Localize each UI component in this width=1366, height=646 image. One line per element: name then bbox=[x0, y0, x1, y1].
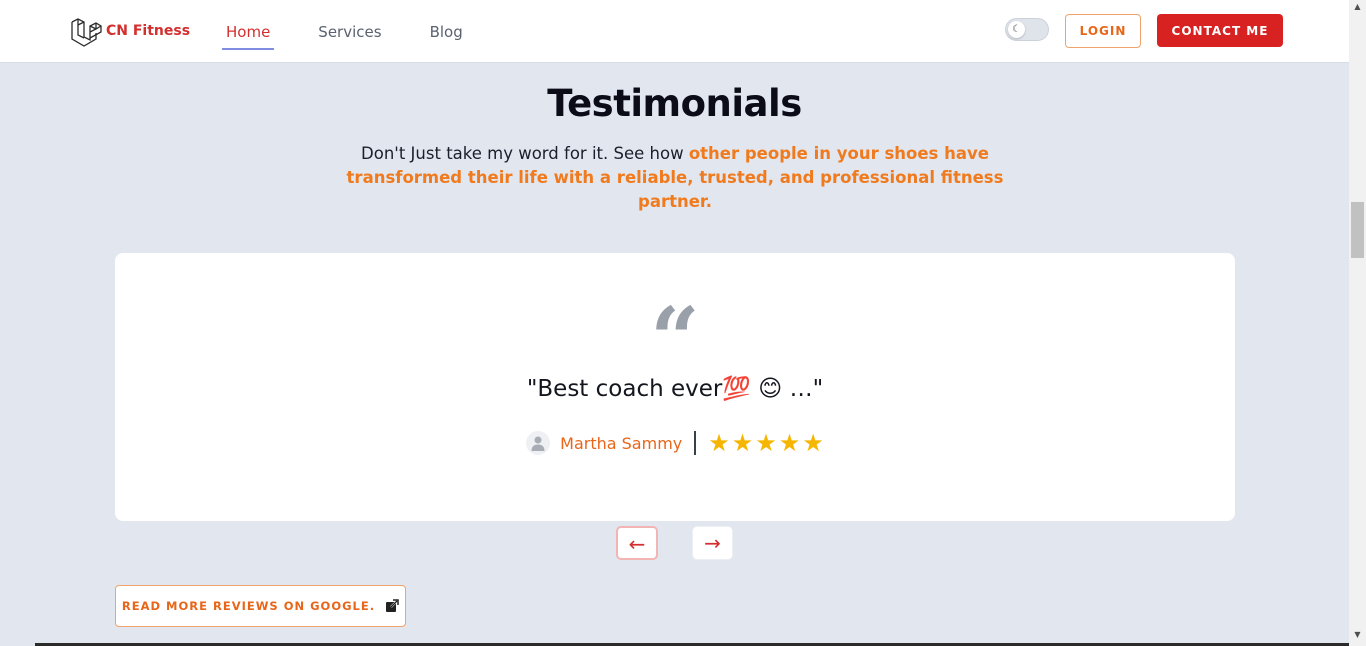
nav-blog[interactable]: Blog bbox=[426, 20, 467, 50]
scroll-thumb[interactable] bbox=[1351, 202, 1364, 258]
user-avatar-icon bbox=[526, 431, 551, 455]
page-scrollbar[interactable]: ▲ ▼ bbox=[1349, 0, 1366, 646]
star-icon: ★ bbox=[802, 429, 824, 457]
nav-services[interactable]: Services bbox=[314, 20, 385, 50]
brand-logo[interactable]: CN Fitness bbox=[70, 15, 190, 47]
author-name: Martha Sammy bbox=[560, 433, 683, 453]
testimonial-quote: "Best coach ever💯 😊 …" bbox=[526, 376, 824, 402]
contact-me-button[interactable]: CONTACT ME bbox=[1157, 14, 1283, 47]
section-title: Testimonials bbox=[547, 82, 802, 125]
scroll-down-arrow-icon[interactable]: ▼ bbox=[1349, 628, 1366, 642]
login-button[interactable]: LOGIN bbox=[1065, 14, 1141, 48]
star-icon: ★ bbox=[778, 429, 801, 457]
testimonial-card: “ "Best coach ever💯 😊 …" Martha Sammy ★ … bbox=[115, 253, 1235, 521]
carousel-prev-button[interactable]: ← bbox=[616, 526, 658, 560]
section-subtitle: Don't Just take my word for it. See how … bbox=[340, 142, 1010, 214]
quote-mark-icon: “ bbox=[650, 297, 700, 357]
subtitle-text: Don't Just take my word for it. See how bbox=[361, 144, 689, 163]
star-rating: ★ ★ ★ ★ ★ bbox=[708, 431, 824, 455]
moon-icon: ☾ bbox=[1008, 21, 1025, 38]
author-divider bbox=[694, 431, 697, 455]
scroll-up-arrow-icon[interactable]: ▲ bbox=[1349, 0, 1366, 14]
theme-toggle[interactable]: ☾ bbox=[1005, 18, 1049, 41]
main-nav: Home Services Blog bbox=[222, 20, 507, 50]
star-icon: ★ bbox=[731, 429, 754, 457]
star-icon: ★ bbox=[708, 429, 730, 457]
testimonial-author-row: Martha Sammy ★ ★ ★ ★ ★ bbox=[115, 431, 1235, 455]
google-reviews-button[interactable]: READ MORE REVIEWS ON GOOGLE. bbox=[115, 585, 406, 627]
nav-home[interactable]: Home bbox=[222, 20, 275, 50]
carousel-next-button[interactable]: → bbox=[692, 526, 733, 560]
brand-name: CN Fitness bbox=[106, 23, 191, 39]
google-reviews-label: READ MORE REVIEWS ON GOOGLE. bbox=[121, 599, 376, 613]
external-link-icon bbox=[386, 599, 399, 612]
star-icon: ★ bbox=[755, 429, 777, 457]
laravel-logo-icon bbox=[71, 18, 102, 47]
top-navbar: CN Fitness Home Services Blog ☾ LOGIN CO… bbox=[0, 0, 1349, 63]
